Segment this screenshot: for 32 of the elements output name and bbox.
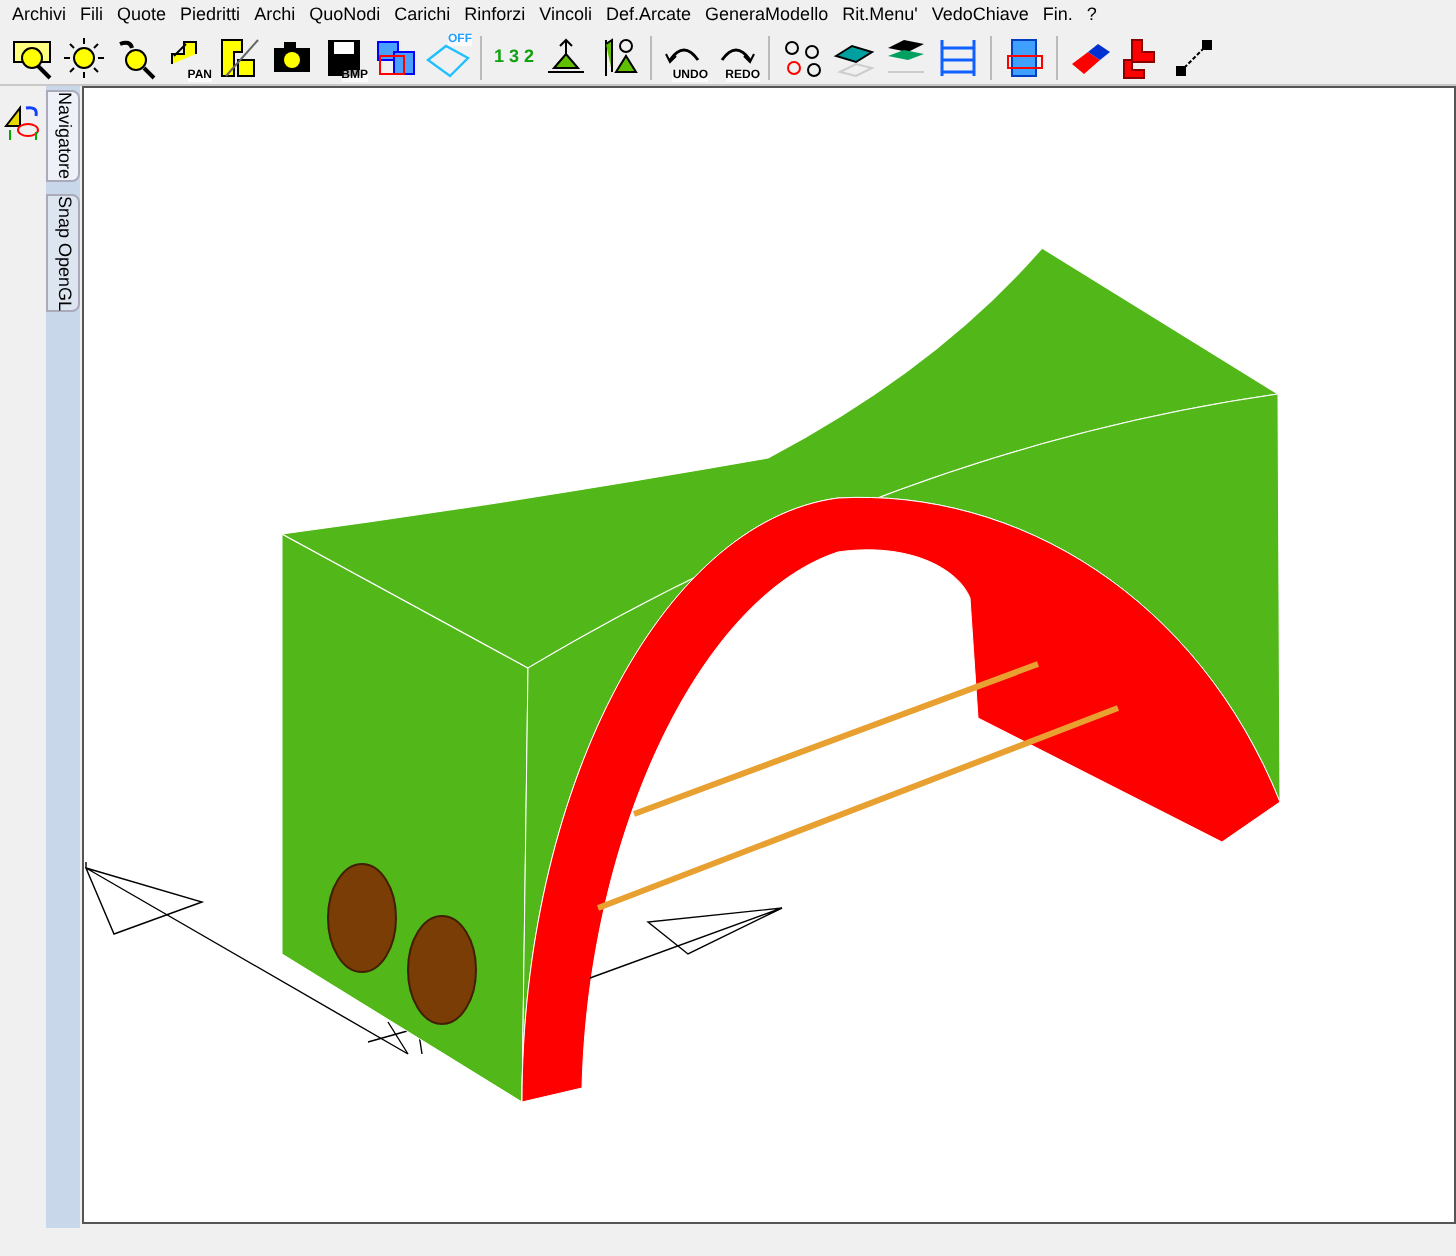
- menu-item[interactable]: GeneraModello: [705, 1, 829, 29]
- viewport-canvas[interactable]: [82, 86, 1456, 1224]
- menu-item[interactable]: ?: [1086, 1, 1097, 29]
- menu-item[interactable]: Def.Arcate: [606, 1, 692, 29]
- section-icon: [218, 35, 262, 79]
- section-button[interactable]: [216, 33, 264, 81]
- menu-item[interactable]: QuoNodi: [309, 1, 381, 29]
- side-tab[interactable]: Snap OpenGL: [46, 193, 80, 313]
- magnifier-icon: [114, 35, 158, 79]
- menu-item[interactable]: Archivi: [12, 1, 67, 29]
- menu-item[interactable]: Archi: [254, 1, 296, 29]
- ladder-icon: [936, 35, 980, 79]
- nodes-icon: [780, 35, 824, 79]
- menu-item[interactable]: VedoChiave: [931, 1, 1029, 29]
- menu-item[interactable]: Piedritti: [180, 1, 241, 29]
- support-icon: [544, 35, 588, 79]
- menu-item[interactable]: Rit.Menu': [842, 1, 918, 29]
- menu-item[interactable]: Rinforzi: [464, 1, 526, 29]
- menu-item[interactable]: Vincoli: [539, 1, 592, 29]
- side-tab[interactable]: Navigatore: [46, 90, 80, 182]
- menu-item[interactable]: Fili: [80, 1, 104, 29]
- layers-icon: [884, 35, 928, 79]
- navigator-icon[interactable]: [3, 102, 43, 142]
- sun-button[interactable]: [60, 33, 108, 81]
- sun-icon: [62, 35, 106, 79]
- menu-item[interactable]: Carichi: [394, 1, 451, 29]
- building-icon: [1002, 35, 1046, 79]
- dimension-icon: [1172, 35, 1216, 79]
- frame-icon: [374, 35, 418, 79]
- menu-item[interactable]: Fin.: [1042, 1, 1073, 29]
- menu-item[interactable]: Quote: [117, 1, 167, 29]
- zoom-window-icon: [10, 35, 54, 79]
